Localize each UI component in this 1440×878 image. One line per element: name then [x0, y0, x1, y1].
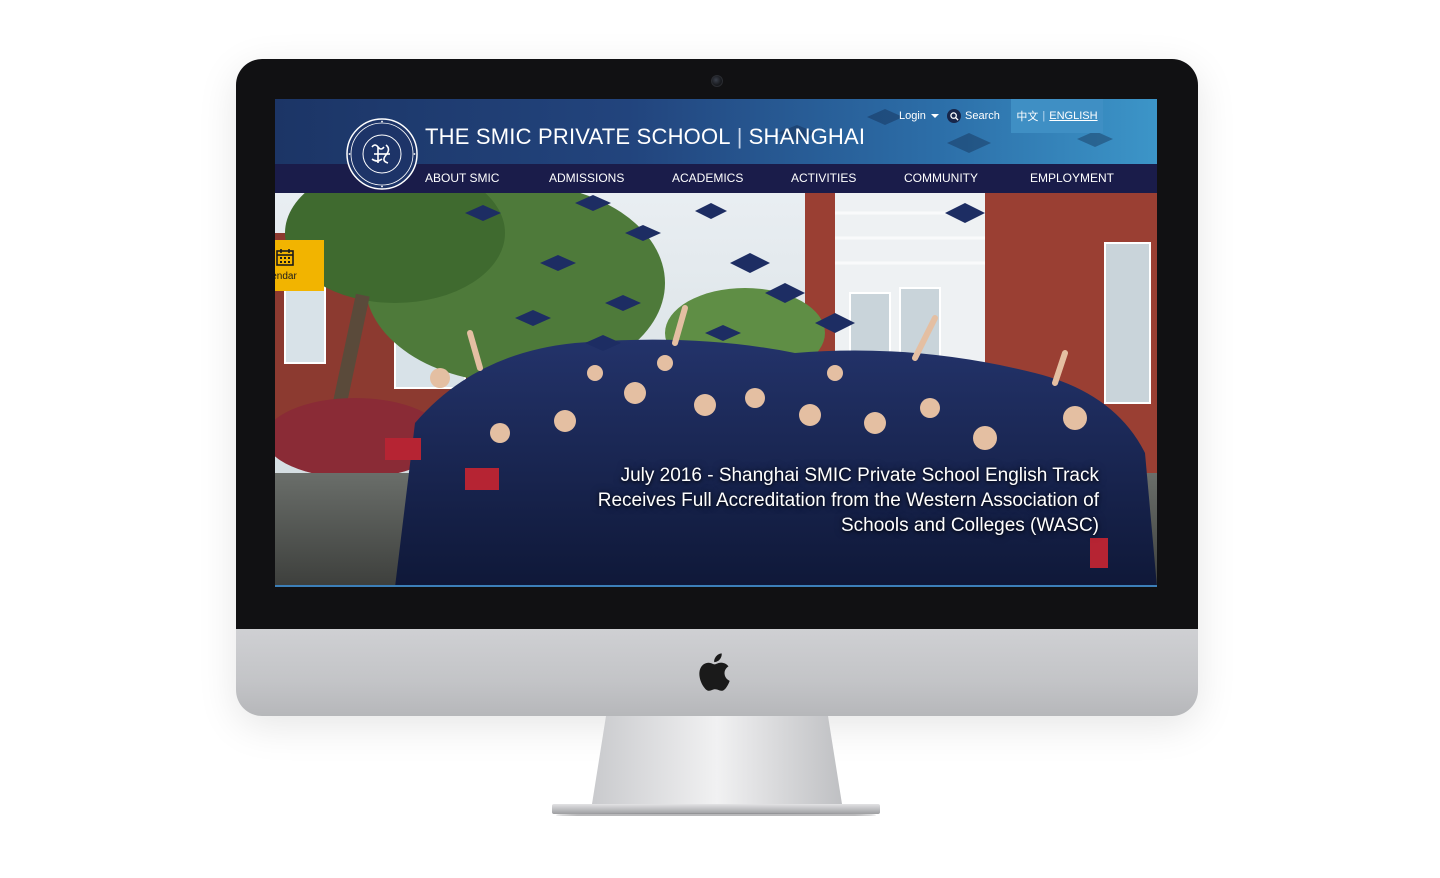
login-label: Login [899, 110, 926, 122]
school-name: THE SMIC PRIVATE SCHOOL [425, 124, 731, 149]
lang-english-link[interactable]: ENGLISH [1049, 110, 1097, 122]
apple-logo-icon [699, 653, 730, 691]
school-seal-logo[interactable] [345, 117, 419, 191]
hero-slider: lendar July 2016 - Shanghai SMIC Private… [275, 193, 1157, 587]
nav-item-about-smic[interactable]: ABOUT SMIC [425, 171, 499, 185]
caret-down-icon [930, 114, 939, 118]
hero-divider [275, 585, 1157, 587]
nav-item-admissions[interactable]: ADMISSIONS [549, 171, 624, 185]
nav-item-community[interactable]: COMMUNITY [904, 171, 978, 185]
desktop-monitor: THE SMIC PRIVATE SCHOOL | SHANGHAI Login S… [236, 59, 1198, 716]
language-switcher: 中文 | ENGLISH [1011, 99, 1103, 133]
hero-news-caption[interactable]: July 2016 - Shanghai SMIC Private School… [579, 463, 1099, 538]
nav-item-employment[interactable]: EMPLOYMENT [1030, 171, 1114, 185]
school-city: SHANGHAI [748, 124, 866, 149]
calendar-label: lendar [275, 271, 297, 282]
website-screen: THE SMIC PRIVATE SCHOOL | SHANGHAI Login S… [275, 99, 1157, 587]
calendar-icon [276, 249, 294, 266]
login-menu[interactable]: Login [899, 110, 939, 122]
webcam [711, 75, 723, 87]
school-name-heading[interactable]: THE SMIC PRIVATE SCHOOL | SHANGHAI [425, 124, 865, 150]
nav-item-activities[interactable]: ACTIVITIES [791, 171, 856, 185]
lang-chinese-link[interactable]: 中文 [1016, 108, 1038, 124]
monitor-stand [552, 716, 880, 816]
search-icon [947, 109, 961, 123]
lang-divider: | [1042, 110, 1046, 122]
nav-item-academics[interactable]: ACADEMICS [672, 171, 743, 185]
monitor-bezel: THE SMIC PRIVATE SCHOOL | SHANGHAI Login S… [236, 59, 1198, 629]
calendar-tab[interactable]: lendar [275, 240, 324, 291]
monitor-chin [236, 629, 1198, 716]
search-button[interactable]: Search [947, 109, 1000, 123]
title-separator: | [736, 124, 743, 149]
search-label: Search [965, 110, 1000, 122]
